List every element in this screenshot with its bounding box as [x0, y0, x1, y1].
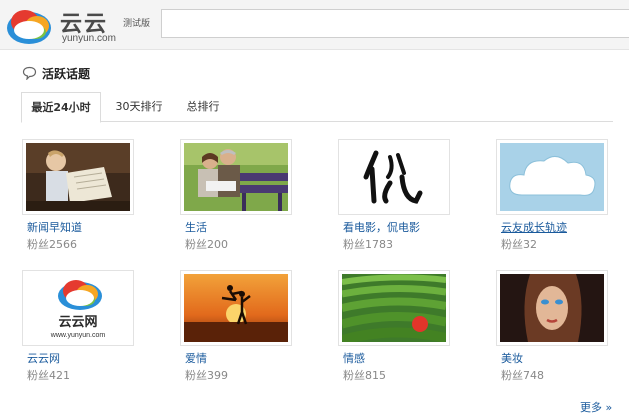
site-logo[interactable]: 云云 yunyun.com 测试版	[5, 4, 155, 46]
tab-all-time-ranking[interactable]: 总排行	[178, 92, 228, 122]
topic-card[interactable]: 爱情 粉丝399	[180, 270, 292, 400]
topic-fans: 粉丝748	[501, 369, 544, 382]
topic-fans: 粉丝399	[185, 369, 228, 382]
topic-card[interactable]: 看电影，侃电影 粉丝1783	[338, 139, 450, 269]
makeup-woman-photo	[500, 274, 604, 342]
topic-name[interactable]: 爱情	[185, 350, 207, 366]
topic-name[interactable]: 美妆	[501, 350, 523, 366]
topic-fans: 粉丝32	[501, 238, 537, 251]
tab-30-day-ranking[interactable]: 30天排行	[109, 92, 169, 122]
more-link[interactable]: 更多 »	[580, 399, 612, 415]
tab-bar: 最近24小时 30天排行 总排行	[21, 92, 613, 123]
topic-card[interactable]: 云云网 www.yunyun.com 云云网 粉丝421	[22, 270, 134, 400]
topic-fans: 粉丝421	[27, 369, 70, 382]
section-title: 活跃话题	[42, 67, 91, 81]
topic-thumbnail[interactable]	[180, 139, 292, 215]
topic-name[interactable]: 新闻早知道	[27, 219, 82, 235]
topic-card[interactable]: 情感 粉丝815	[338, 270, 450, 400]
topic-thumbnail[interactable]	[22, 139, 134, 215]
yunyun-logo: 云云网 www.yunyun.com	[26, 274, 130, 342]
yunyun-logo-url: www.yunyun.com	[50, 332, 106, 339]
topic-name[interactable]: 情感	[343, 350, 365, 366]
tea-field-photo	[342, 274, 446, 342]
couple-on-bench-photo	[184, 143, 288, 211]
topic-thumbnail[interactable]	[338, 270, 450, 346]
topic-card[interactable]: 云友成长轨迹 粉丝32	[496, 139, 608, 269]
boy-reading-newspaper-photo	[26, 143, 130, 211]
topic-card[interactable]: 生活 粉丝200	[180, 139, 292, 269]
topic-name[interactable]: 生活	[185, 219, 207, 235]
search-input[interactable]	[161, 9, 629, 38]
topic-name[interactable]: 看电影，侃电影	[343, 219, 420, 235]
topic-card[interactable]: 美妆 粉丝748	[496, 270, 608, 400]
topic-thumbnail[interactable]	[496, 139, 608, 215]
logo-url: yunyun.com	[62, 33, 116, 44]
topic-fans: 粉丝200	[185, 238, 228, 251]
topic-name[interactable]: 云友成长轨迹	[501, 219, 567, 235]
header: 云云 yunyun.com 测试版	[0, 0, 629, 50]
cloud-logo-icon	[7, 10, 51, 44]
cloud-illustration	[500, 143, 604, 211]
topic-thumbnail[interactable]: 云云网 www.yunyun.com	[22, 270, 134, 346]
beta-badge: 测试版	[123, 19, 151, 29]
yunyun-logo-text: 云云网	[58, 315, 97, 330]
topic-fans: 粉丝815	[343, 369, 386, 382]
couple-sunset-photo	[184, 274, 288, 342]
topic-name[interactable]: 云云网	[27, 350, 60, 366]
calligraphy-kan-photo	[342, 143, 446, 211]
topic-thumbnail[interactable]	[338, 139, 450, 215]
topic-thumbnail[interactable]	[180, 270, 292, 346]
topic-fans: 粉丝1783	[343, 238, 393, 251]
topic-card[interactable]: 新闻早知道 粉丝2566	[22, 139, 134, 269]
tab-last-24-hours[interactable]: 最近24小时	[21, 92, 101, 123]
speech-bubble-icon	[22, 66, 37, 80]
topic-fans: 粉丝2566	[27, 238, 77, 251]
topic-thumbnail[interactable]	[496, 270, 608, 346]
